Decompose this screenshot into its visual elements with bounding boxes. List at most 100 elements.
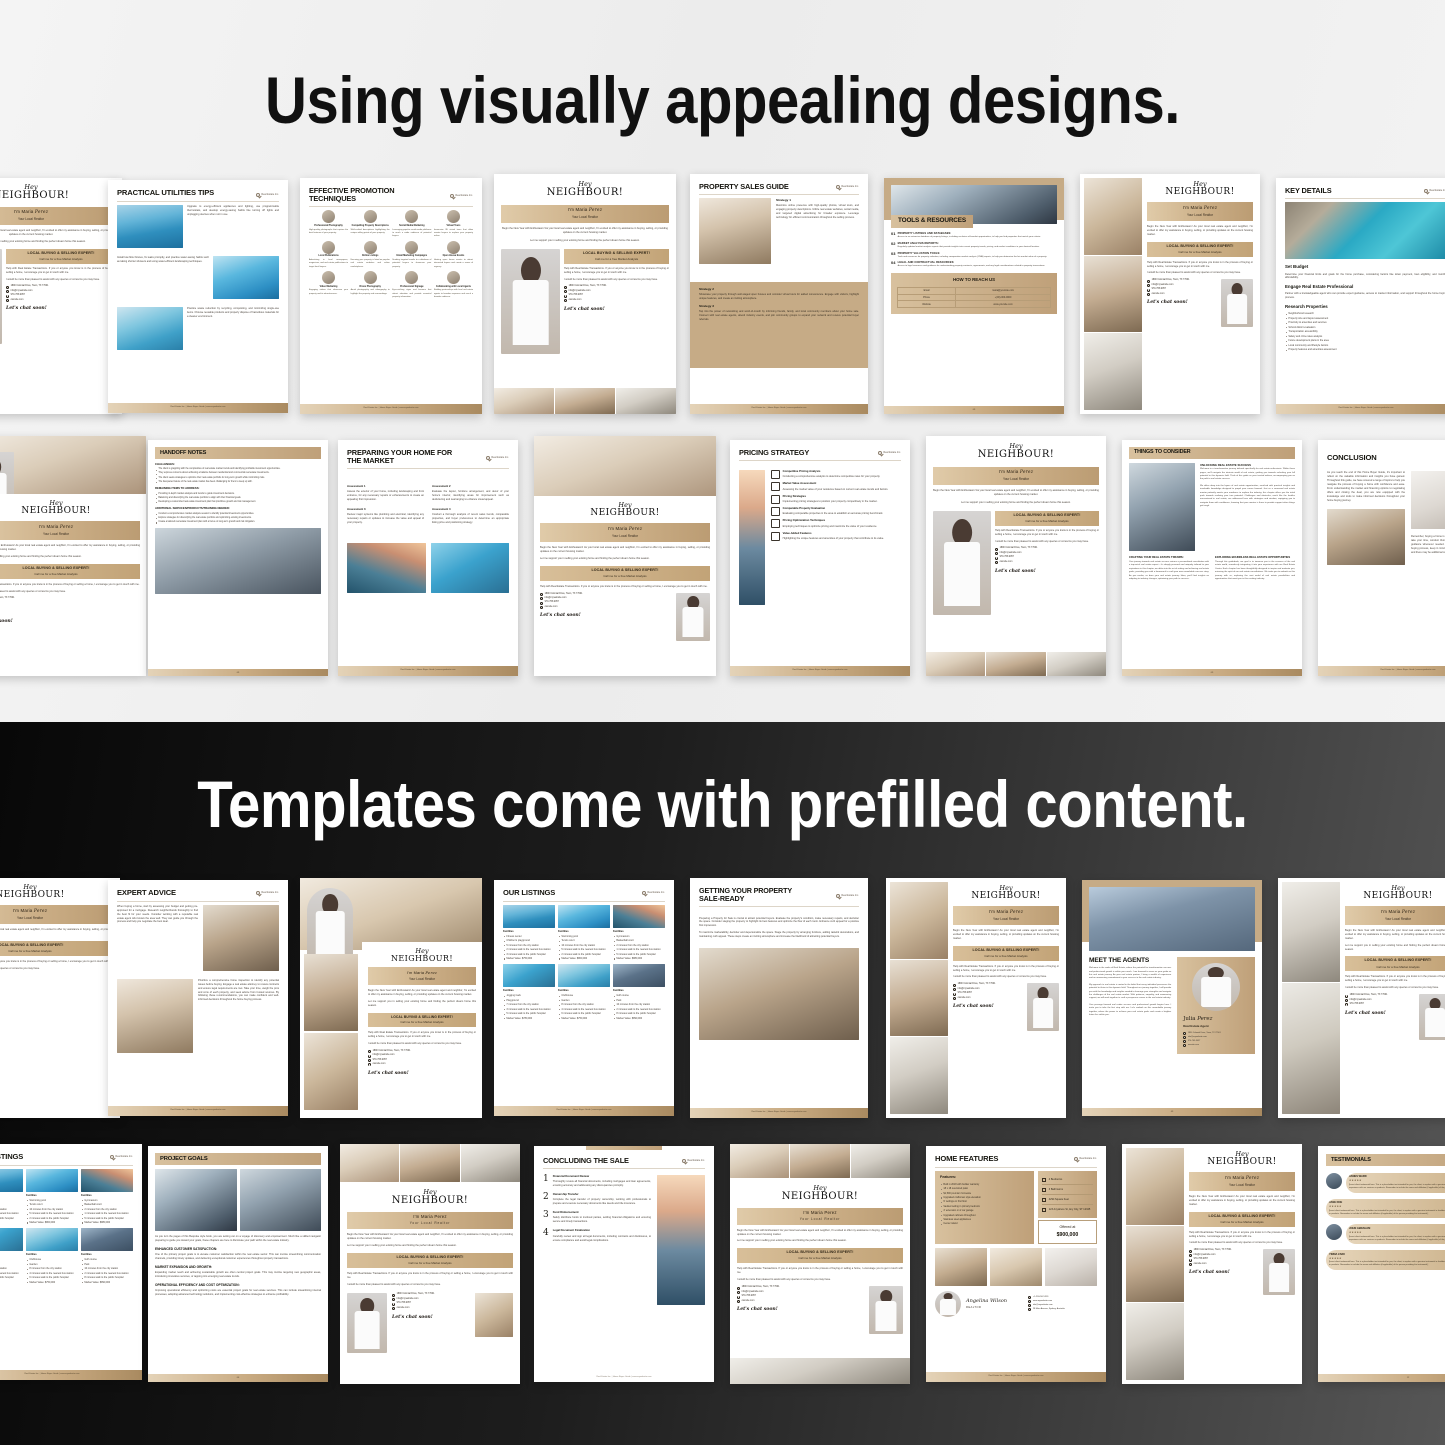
- listing-item[interactable]: FacilitiesFitness centerChildren's playg…: [503, 904, 555, 962]
- listing-item[interactable]: Facilities Golf course Park 10 minutes from…: [81, 1228, 133, 1285]
- flyer-cta[interactable]: LOCAL BUYING & SELLING EXPERT! Call me f…: [368, 1012, 476, 1028]
- sale-ready-text-2: To maximize marketability, declutter and…: [699, 931, 859, 939]
- globe-icon: [995, 561, 998, 565]
- template-card-things-to-consider[interactable]: THINGS TO CONSIDER UNLOCKING REAL ESTATE…: [1122, 440, 1302, 676]
- template-card-project-goals[interactable]: PROJECT GOALS As you turn the pages of t…: [148, 1146, 328, 1382]
- assessment-desc: Assess the exterior of your home, includ…: [347, 490, 424, 502]
- flyer-name-band: I'm Maria Perez Your Local Realtor: [368, 967, 476, 985]
- brand-logo: Real Estate Inc.: [641, 891, 665, 896]
- listing-item[interactable]: FacilitiesFitness centerChildren's playg…: [0, 1168, 23, 1226]
- flyer-cta[interactable]: LOCAL BUYING & SELLING EXPERT! Call me f…: [995, 510, 1099, 526]
- pin-icon: [564, 285, 567, 289]
- template-card-expert-advice[interactable]: EXPERT ADVICE Real Estate Inc. When buyi…: [108, 880, 288, 1116]
- flyer-cta[interactable]: LOCAL BUYING & SELLING EXPERT! Call me f…: [347, 1252, 513, 1268]
- template-card-effective-promotion[interactable]: EFFECTIVE PROMOTION TECHNIQUES Real Esta…: [300, 178, 482, 414]
- template-card-flyer-9[interactable]: Hey NEIGHBOUR! I'm Maria Perez Your Loca…: [730, 1144, 910, 1384]
- template-card-flyer-5[interactable]: Hey NEIGHBOUR! I'm Maria Perez Your Loca…: [300, 878, 482, 1118]
- flyer-cta-title: LOCAL BUYING & SELLING EXPERT!: [1208, 1213, 1276, 1218]
- template-card-our-listings-partial[interactable]: OUR LISTINGS Real Estate Inc. Facilities…: [0, 1144, 142, 1380]
- template-card-sale-ready[interactable]: GETTING YOUR PROPERTY SALE-READY Real Es…: [690, 878, 868, 1118]
- listings-grid: FacilitiesFitness centerChildren's playg…: [0, 1168, 133, 1286]
- key-detail-bullet: Property features and amenities assessme…: [1285, 348, 1445, 352]
- pricing-item-title: Market Value Assessment: [782, 482, 817, 486]
- template-card-flyer-2[interactable]: Hey NEIGHBOUR! I'm Maria Perez Your Loca…: [1080, 174, 1260, 414]
- listing-photo: [558, 964, 610, 988]
- pricing-item-desc: Implementing pricing strategies to posit…: [782, 499, 878, 503]
- listing-item[interactable]: FacilitiesJogging trackPlayground7 minut…: [0, 1228, 23, 1285]
- template-card-flyer-partial-1[interactable]: Hey NEIGHBOUR! I'm Maria Perez Your Loca…: [0, 178, 122, 414]
- template-card-flyer-1[interactable]: Hey NEIGHBOUR! I'm Maria Perez Your Loca…: [494, 174, 676, 414]
- flyer-cta[interactable]: LOCAL BUYING & SELLING EXPERT! Call me f…: [1147, 241, 1253, 257]
- template-card-home-features[interactable]: HOME FEATURES Real Estate Inc. Features:…: [926, 1146, 1106, 1382]
- template-card-flyer-3[interactable]: Hey NEIGHBOUR! I'm Maria Perez Your Loca…: [534, 436, 716, 676]
- template-card-flyer-partial-2[interactable]: Hey NEIGHBOUR! I'm Maria Perez Your Loca…: [0, 436, 146, 676]
- listing-item[interactable]: Facilities Swimming pool Tennis court 10 mi…: [26, 1168, 78, 1226]
- flyer-cta[interactable]: LOCAL BUYING & SELLING EXPERT! Call me f…: [564, 248, 669, 264]
- flyer-cta[interactable]: LOCAL BUYING & SELLING EXPERT! Call me f…: [1189, 1211, 1295, 1227]
- photo-living-room: [890, 882, 948, 959]
- template-card-tools-resources[interactable]: TOOLS & RESOURCES 01 PROPERTY LISTINGS AN…: [884, 178, 1064, 414]
- handoff-bullet: The client seeks strategies to optimize …: [155, 477, 321, 480]
- template-card-practical-utilities[interactable]: PRACTICAL UTILITIES TIPS Real Estate Inc…: [108, 180, 288, 413]
- template-card-testimonials[interactable]: TESTIMONIALS JAMES WARD ★★★★★ [Insert clie…: [1318, 1146, 1445, 1382]
- listing-item[interactable]: Facilities Gymnasium Basketball court 2 min…: [613, 904, 665, 962]
- template-card-flyer-6[interactable]: Hey NEIGHBOUR! I'm Maria Perez Your Loca…: [886, 878, 1066, 1118]
- flyer-cta[interactable]: LOCAL BUYING & SELLING EXPERT! Call me f…: [737, 1247, 903, 1263]
- goals-heading-3: OPERATIONAL EFFICIENCY AND COST OPTIMIZA…: [155, 1282, 240, 1287]
- listing-facility: 5 minutes from the city station: [0, 1208, 23, 1212]
- template-card-flyer-4[interactable]: Hey NEIGHBOUR! I'm Maria Perez Your Loca…: [926, 436, 1106, 676]
- flyer-contact: 970-765-9057: [1151, 288, 1166, 291]
- flyer-name-band: I'm Maria Perez Your Local Realtor: [501, 204, 669, 223]
- template-card-preparing-home[interactable]: PREPARING YOUR HOME FOR THE MARKET Real …: [338, 440, 518, 676]
- features-list: Built in 2018 with builder warranty 18 x …: [940, 1183, 1029, 1226]
- sale-step: 3 Fund Disbursement Safely distribute fund…: [543, 1211, 651, 1224]
- phone-icon: [564, 294, 567, 298]
- listing-facility: Gymnasium: [613, 935, 665, 939]
- flyer-cta[interactable]: LOCAL BUYING & SELLING EXPERT! Call me f…: [1345, 956, 1445, 972]
- template-card-flyer-partial-3[interactable]: Hey NEIGHBOUR! I'm Maria Perez Your Loca…: [0, 878, 120, 1118]
- sale-step-title: Fund Disbursement: [552, 1211, 579, 1215]
- listing-item[interactable]: Facilities Golf course Park 10 minutes from…: [613, 964, 665, 1021]
- flyer-cta[interactable]: LOCAL BUYING & SELLING EXPERT! Call me f…: [6, 248, 116, 264]
- template-card-key-details[interactable]: KEY DETAILS Real Estate Inc. Set Budget …: [1276, 178, 1445, 414]
- flyer-signoff: Let's chat soon!: [0, 619, 13, 625]
- listing-item[interactable]: Facilities Clubhouse Garden 8 minutes from …: [558, 964, 610, 1021]
- template-card-flyer-10[interactable]: Hey NEIGHBOUR! I'm Maria Perez Your Loca…: [1122, 1144, 1302, 1384]
- promotion-item-title: Local Publications: [318, 255, 339, 258]
- template-card-property-sales-guide[interactable]: PROPERTY SALES GUIDE Real Estate Inc. St…: [690, 174, 868, 414]
- template-card-our-listings[interactable]: OUR LISTINGS Real Estate Inc. Facilities…: [494, 880, 674, 1116]
- house-icon: [877, 450, 882, 456]
- template-card-conclusion[interactable]: CONCLUSION As you reach the end of this …: [1318, 440, 1445, 676]
- flyer-name: I'm Maria: [1224, 1174, 1246, 1180]
- flyer-name: I'm Maria: [12, 907, 34, 913]
- listing-photo: [558, 904, 610, 928]
- promotion-item-desc: Sending targeted emails to a database of…: [392, 259, 432, 268]
- template-card-handoff-notes[interactable]: HANDOFF NOTES CHALLENGES: The client is …: [148, 440, 328, 676]
- tools-item-number: 03: [891, 250, 896, 256]
- template-card-flyer-7[interactable]: Hey NEIGHBOUR! I'm Maria Perez Your Loca…: [1278, 878, 1445, 1118]
- key-detail-bullet: Proximity to amenities and services: [1285, 321, 1445, 325]
- pricing-item: Value-Added Features Highlighting the uni…: [771, 531, 901, 541]
- brand-logo: Real Estate Inc.: [835, 184, 859, 190]
- listing-item[interactable]: Facilities Gymnasium Basketball court 2 min…: [81, 1168, 133, 1226]
- listing-item[interactable]: Facilities Swimming pool Tennis court 10 mi…: [558, 904, 610, 962]
- flyer-cta[interactable]: LOCAL BUYING & SELLING EXPERT! Call me f…: [0, 940, 114, 956]
- flyer-cta[interactable]: LOCAL BUYING & SELLING EXPERT! Call me f…: [0, 563, 140, 579]
- template-card-pricing-strategy[interactable]: PRICING STRATEGY Real Estate Inc. Compet…: [730, 440, 910, 676]
- template-card-meet-agents[interactable]: MEET THE AGENTS Welcome to the realm of …: [1082, 880, 1262, 1116]
- template-card-flyer-8[interactable]: Hey NEIGHBOUR! I'm Maria Perez Your Loca…: [340, 1144, 520, 1384]
- template-card-concluding-sale[interactable]: CONCLUDING THE SALE Real Estate Inc. 1 Fi…: [534, 1146, 714, 1382]
- assessment-title: Assessment 3: [347, 508, 366, 512]
- contact-value: www.yoursite.com: [955, 300, 1051, 309]
- photo-pool-pergola: [430, 543, 509, 594]
- flyer-contact: 970-765-9057: [544, 601, 559, 604]
- globe-icon: [1028, 1299, 1032, 1303]
- listing-item[interactable]: Facilities Clubhouse Garden 8 minutes from …: [26, 1228, 78, 1285]
- agents-text-1: Welcome to the realm of Real Estate, whe…: [1089, 967, 1172, 980]
- flyer-cta[interactable]: LOCAL BUYING & SELLING EXPERT! Call me f…: [953, 945, 1059, 961]
- flyer-cta[interactable]: LOCAL BUYING & SELLING EXPERT! Call me f…: [540, 565, 710, 581]
- listing-item[interactable]: FacilitiesJogging trackPlayground7 minut…: [503, 964, 555, 1021]
- listing-facility: 2 minutes walk to the nearest bus statio…: [503, 948, 555, 952]
- flyer-name-band: I'm Maria Perez Your Local Realtor: [953, 906, 1059, 925]
- photo-bathroom: [1045, 1247, 1097, 1286]
